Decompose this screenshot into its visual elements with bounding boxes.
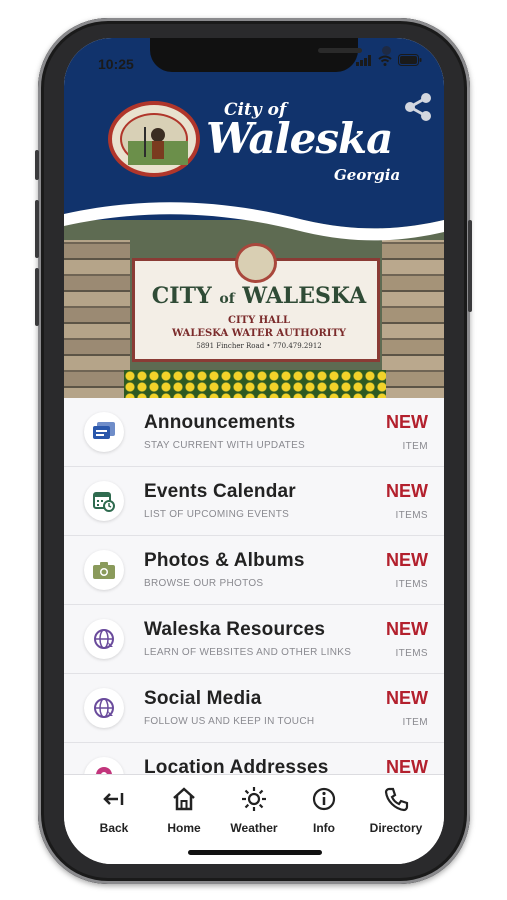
- menu-item-location-addresses[interactable]: Location Addresses NEW: [64, 743, 444, 774]
- menu-item-subtitle: LEARN OF WEBSITES AND OTHER LINKS: [144, 647, 352, 658]
- menu-item-photos-albums[interactable]: Photos & Albums BROWSE OUR PHOTOS NEW IT…: [64, 536, 444, 605]
- tab-info[interactable]: Info: [286, 785, 362, 835]
- map-pin-icon: [84, 757, 124, 774]
- sign-line-city-hall: CITY HALL: [228, 315, 290, 326]
- battery-icon: [398, 54, 422, 66]
- new-badge: NEW: [386, 481, 428, 501]
- back-arrow-icon: [103, 793, 124, 805]
- stone-pillar-left: [64, 240, 130, 418]
- camera-icon: [84, 550, 124, 590]
- menu-item-events-calendar[interactable]: Events Calendar LIST OF UPCOMING EVENTS …: [64, 467, 444, 536]
- phone-screen: City of Waleska Georgia CITY of WALESKA …: [64, 38, 444, 864]
- sun-icon: [242, 787, 266, 811]
- new-badge: NEW: [386, 550, 428, 570]
- menu-item-waleska-resources[interactable]: Waleska Resources LEARN OF WEBSITES AND …: [64, 605, 444, 674]
- tab-home[interactable]: Home: [146, 785, 222, 835]
- tab-label: Info: [313, 821, 335, 835]
- device-notch: [150, 38, 391, 72]
- chat-bubbles-icon: [84, 412, 124, 452]
- tab-back[interactable]: Back: [76, 785, 152, 835]
- brand-state-text: Georgia: [334, 166, 401, 184]
- status-icons: [356, 54, 422, 66]
- status-time: 10:25: [98, 56, 134, 72]
- phone-icon: [384, 787, 409, 812]
- sign-title: CITY of WALESKA: [151, 283, 367, 309]
- mute-switch: [35, 150, 39, 180]
- city-sign: CITY of WALESKA CITY HALL WALESKA WATER …: [132, 243, 380, 362]
- wifi-icon: [378, 55, 392, 66]
- menu-item-title: Location Addresses: [144, 757, 329, 774]
- menu-item-subtitle: FOLLOW US AND KEEP IN TOUCH: [144, 716, 315, 727]
- item-count-unit: ITEMS: [395, 579, 428, 590]
- item-count-unit: ITEMS: [395, 648, 428, 659]
- menu-item-social-media[interactable]: Social Media FOLLOW US AND KEEP IN TOUCH…: [64, 674, 444, 743]
- menu-item-title: Social Media: [144, 688, 262, 709]
- tab-label: Directory: [369, 821, 423, 835]
- sign-line-water-authority: WALESKA WATER AUTHORITY: [171, 328, 347, 339]
- sign-line-address: 5891 Fincher Road • 770.479.2912: [196, 342, 322, 350]
- item-count-unit: ITEM: [402, 441, 428, 452]
- menu-list: Announcements STAY CURRENT WITH UPDATES …: [64, 398, 444, 774]
- globe-icon: [84, 688, 124, 728]
- menu-item-subtitle: BROWSE OUR PHOTOS: [144, 578, 264, 589]
- home-indicator[interactable]: [188, 850, 322, 855]
- home-icon: [173, 787, 195, 811]
- menu-item-subtitle: LIST OF UPCOMING EVENTS: [144, 509, 290, 520]
- info-icon: [312, 787, 336, 811]
- tab-weather[interactable]: Weather: [216, 785, 292, 835]
- menu-item-announcements[interactable]: Announcements STAY CURRENT WITH UPDATES …: [64, 398, 444, 467]
- city-seal-icon: [108, 101, 200, 177]
- share-icon[interactable]: [404, 92, 432, 122]
- tab-label: Back: [99, 821, 129, 835]
- tab-directory[interactable]: Directory: [358, 785, 434, 835]
- tab-label: Home: [167, 821, 201, 835]
- calendar-icon: [84, 481, 124, 521]
- menu-item-title: Photos & Albums: [144, 550, 305, 571]
- tab-label: Weather: [230, 821, 278, 835]
- header-wave: [64, 198, 444, 241]
- new-badge: NEW: [386, 688, 428, 708]
- menu-item-title: Announcements: [144, 412, 296, 433]
- globe-icon: [84, 619, 124, 659]
- menu-item-title: Events Calendar: [144, 481, 296, 502]
- new-badge: NEW: [386, 619, 428, 639]
- power-button: [468, 220, 472, 312]
- brand-name-text: Waleska: [206, 114, 393, 163]
- stone-pillar-right: [382, 240, 444, 418]
- item-count-unit: ITEMS: [395, 510, 428, 521]
- new-badge: NEW: [386, 412, 428, 432]
- new-badge: NEW: [386, 757, 428, 774]
- menu-item-subtitle: STAY CURRENT WITH UPDATES: [144, 440, 306, 451]
- item-count-unit: ITEM: [402, 717, 428, 728]
- signal-icon: [356, 54, 371, 66]
- volume-up-button: [35, 200, 39, 258]
- menu-item-title: Waleska Resources: [144, 619, 326, 640]
- volume-down-button: [35, 268, 39, 326]
